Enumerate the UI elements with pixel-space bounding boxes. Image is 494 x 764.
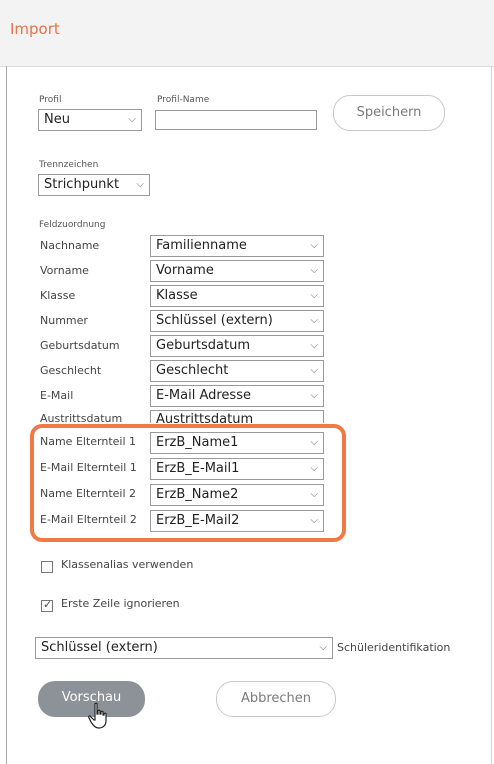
mapping-row-select[interactable]: Geschlecht ⌵ <box>150 360 324 382</box>
chevron-down-icon: ⌵ <box>319 642 327 653</box>
mapping-row-value: E-Mail Adresse <box>156 388 251 403</box>
profil-select-value: Neu <box>44 112 70 127</box>
mapping-row-partial-select[interactable]: Austrittsdatum <box>150 410 324 423</box>
profil-select[interactable]: Neu ⌵ <box>38 109 142 131</box>
profil-label: Profil <box>39 95 62 105</box>
class-alias-checkbox[interactable] <box>41 561 53 573</box>
identification-select-value: Schlüssel (extern) <box>41 640 158 655</box>
separator-select-value: Strichpunkt <box>44 177 120 192</box>
mapping-row-value: Klasse <box>156 288 198 303</box>
mapping-row-label: Vorname <box>40 264 89 277</box>
mapping-row-value: Familienname <box>156 238 247 253</box>
mapping-row-select[interactable]: Familienname ⌵ <box>150 235 324 257</box>
mapping-row-partial-label: Austrittsdatum <box>40 412 123 423</box>
chevron-down-icon: ⌵ <box>310 315 318 326</box>
mapping-row-label: Nummer <box>40 314 88 327</box>
chevron-down-icon: ⌵ <box>310 365 318 376</box>
dialog-header: Import <box>0 0 494 67</box>
highlight-annotation <box>30 424 346 542</box>
identification-select[interactable]: Schlüssel (extern) ⌵ <box>35 637 333 659</box>
dialog-left-border <box>6 66 7 764</box>
mapping-label: Feldzuordnung <box>39 220 106 230</box>
mapping-row-label: Nachname <box>40 239 100 252</box>
mapping-row-select[interactable]: E-Mail Adresse ⌵ <box>150 385 324 407</box>
profil-name-label: Profil-Name <box>157 95 210 105</box>
profil-name-input[interactable] <box>155 110 317 130</box>
separator-select[interactable]: Strichpunkt ⌵ <box>38 174 150 196</box>
import-dialog: Import Profil Neu ⌵ Profil-Name Speicher… <box>0 0 494 764</box>
ignore-first-row-label: Erste Zeile ignorieren <box>61 597 180 610</box>
mapping-row-value: Vorname <box>156 263 214 278</box>
dialog-right-border <box>491 66 492 764</box>
mapping-row-select[interactable]: Vorname ⌵ <box>150 260 324 282</box>
mapping-row-label: E-Mail <box>40 389 74 402</box>
ignore-first-row-checkbox[interactable]: ✓ <box>41 598 53 612</box>
identification-label: Schüleridentifikation <box>337 641 451 654</box>
mapping-row-label: Geburtsdatum <box>40 339 120 352</box>
mapping-row-select[interactable]: Geburtsdatum ⌵ <box>150 335 324 357</box>
dialog-title: Import <box>10 20 60 38</box>
cancel-button[interactable]: Abbrechen <box>216 681 336 717</box>
mapping-row-select[interactable]: Klasse ⌵ <box>150 285 324 307</box>
save-button[interactable]: Speichern <box>333 95 445 131</box>
hand-cursor-icon <box>88 702 107 729</box>
chevron-down-icon: ⌵ <box>128 114 136 125</box>
chevron-down-icon: ⌵ <box>310 265 318 276</box>
mapping-row-value: Geburtsdatum <box>156 338 250 353</box>
mapping-row-label: Geschlecht <box>40 364 102 377</box>
mapping-row-value: Geschlecht <box>156 363 229 378</box>
mapping-row-label: Klasse <box>40 289 76 302</box>
class-alias-label: Klassenalias verwenden <box>61 558 194 571</box>
chevron-down-icon: ⌵ <box>310 340 318 351</box>
mapping-row-select[interactable]: Schlüssel (extern) ⌵ <box>150 310 324 332</box>
check-icon: ✓ <box>43 598 53 611</box>
mapping-row-value: Schlüssel (extern) <box>156 313 273 328</box>
chevron-down-icon: ⌵ <box>310 290 318 301</box>
chevron-down-icon: ⌵ <box>136 179 144 190</box>
chevron-down-icon: ⌵ <box>310 240 318 251</box>
separator-label: Trennzeichen <box>39 160 99 170</box>
chevron-down-icon: ⌵ <box>310 390 318 401</box>
